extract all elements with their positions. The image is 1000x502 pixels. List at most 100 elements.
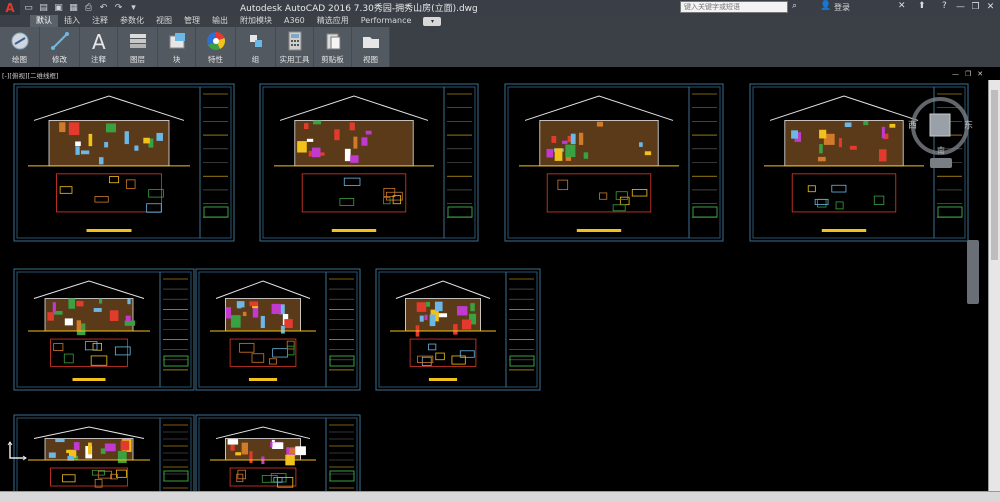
drawing-detail <box>365 130 372 135</box>
drawing-detail <box>817 156 826 162</box>
ribbon-options-icon[interactable]: ▾ <box>423 17 442 26</box>
tab-6[interactable]: 输出 <box>206 15 234 27</box>
drawing-detail <box>353 136 358 149</box>
dropdown-icon[interactable]: ▾ <box>127 1 140 14</box>
viewport-controls-label[interactable]: [-][俯视][二维线框] <box>2 70 59 80</box>
drawing-detail <box>434 301 443 312</box>
viewcube-west-label[interactable]: 西 <box>908 118 917 131</box>
open-icon[interactable]: ▤ <box>37 1 50 14</box>
horizontal-scrollbar[interactable] <box>0 491 1000 502</box>
plan-detail <box>63 353 74 364</box>
drawing-detail <box>68 298 76 309</box>
drawing-detail <box>104 443 116 452</box>
tab-4[interactable]: 视图 <box>150 15 178 27</box>
drawing-detail <box>64 318 73 326</box>
drawing-detail <box>271 303 281 314</box>
tab-3[interactable]: 参数化 <box>114 15 150 27</box>
group-button[interactable]: 组 <box>236 27 276 67</box>
modify-button[interactable]: 修改 <box>40 27 80 67</box>
drawing-detail <box>303 123 309 130</box>
search-input[interactable]: 键入关键字或短语 <box>680 1 788 13</box>
drawing-detail <box>819 129 827 139</box>
viewport-close-icon[interactable]: ✕ <box>977 70 983 78</box>
utilities-button[interactable]: 实用工具 <box>276 27 314 67</box>
title-block-logo <box>163 355 189 367</box>
user-icon[interactable]: 👤 <box>820 1 831 11</box>
drawing-canvas[interactable] <box>0 67 1000 502</box>
plan-detail <box>599 192 608 200</box>
redo-icon[interactable]: ↷ <box>112 1 125 14</box>
tab-1[interactable]: 插入 <box>58 15 86 27</box>
saveas-icon[interactable]: ▦ <box>67 1 80 14</box>
drawing-detail <box>313 120 322 125</box>
help-icon[interactable]: ? <box>942 1 947 11</box>
tab-5[interactable]: 管理 <box>178 15 206 27</box>
search-icon[interactable]: ⌕ <box>792 1 797 11</box>
tab-7[interactable]: 附加模块 <box>234 15 278 27</box>
drawing-detail <box>98 157 104 165</box>
tab-0[interactable]: 默认 <box>30 15 58 27</box>
app-menu-button[interactable]: A <box>0 0 20 15</box>
drawing-detail <box>236 301 245 308</box>
utilities-icon <box>284 30 306 52</box>
tab-9[interactable]: 精选应用 <box>311 15 355 27</box>
tab-2[interactable]: 注释 <box>86 15 114 27</box>
title-block-logo <box>329 470 355 482</box>
roof-outline <box>215 426 311 440</box>
drawing-detail <box>320 152 325 156</box>
tab-10[interactable]: Performance <box>355 15 418 27</box>
undo-icon[interactable]: ↶ <box>97 1 110 14</box>
drawing-detail <box>98 298 103 304</box>
viewcube-south-label[interactable]: 南 <box>937 145 945 156</box>
tab-8[interactable]: A360 <box>278 15 311 27</box>
print-icon[interactable]: ⎙ <box>82 1 95 14</box>
draw-button[interactable]: 绘图 <box>0 27 40 67</box>
roof-outline <box>33 280 145 299</box>
drawing-detail <box>438 313 448 318</box>
navigation-bar[interactable] <box>967 240 979 304</box>
viewport-restore-icon[interactable]: ❐ <box>965 70 971 78</box>
drawing-detail <box>230 315 241 328</box>
new-icon[interactable]: ▭ <box>22 1 35 14</box>
viewcube[interactable]: 西 东 南 <box>908 92 974 172</box>
view-button[interactable]: 视图 <box>352 27 390 67</box>
roof-outline <box>215 280 311 299</box>
plan-detail <box>615 191 628 200</box>
draw-label: 绘图 <box>12 55 27 64</box>
title-block-logo <box>329 355 355 367</box>
vertical-scrollbar[interactable] <box>988 80 1000 491</box>
layers-button[interactable]: 图层 <box>118 27 158 67</box>
a360-icon[interactable]: ⬆ <box>918 1 926 11</box>
drawing-detail <box>639 142 643 147</box>
vertical-scrollbar-thumb[interactable] <box>991 90 998 260</box>
login-button[interactable]: 登录 <box>834 2 850 13</box>
drawing-detail <box>88 133 93 147</box>
minimize-icon[interactable]: — <box>953 0 968 14</box>
plan-detail <box>835 201 844 210</box>
clipboard-button[interactable]: 剪贴板 <box>314 27 352 67</box>
plan-detail <box>269 358 277 365</box>
block-button[interactable]: 块 <box>158 27 196 67</box>
drawing-detail <box>546 148 554 158</box>
close-icon[interactable]: ✕ <box>983 0 998 14</box>
save-icon[interactable]: ▣ <box>52 1 65 14</box>
window-title: Autodesk AutoCAD 2016 7.30秀园-拥秀山房(立面).dw… <box>240 4 478 14</box>
annotation-button[interactable]: A 注释 <box>80 27 118 67</box>
block-icon <box>166 30 188 52</box>
drawing-detail <box>124 320 136 326</box>
drawing-detail <box>844 122 852 128</box>
drawing-detail <box>453 324 458 335</box>
restore-icon[interactable]: ❐ <box>968 0 983 14</box>
plan-detail <box>612 204 626 212</box>
plan-detail <box>428 343 437 351</box>
drawing-detail <box>68 122 80 136</box>
properties-button[interactable]: 特性 <box>196 27 236 67</box>
exchange-icon[interactable]: ✕ <box>898 1 906 11</box>
title-bar: A ▭ ▤ ▣ ▦ ⎙ ↶ ↷ ▾ Autodesk AutoCAD 2016 … <box>0 0 1000 15</box>
elevation-body <box>44 298 134 332</box>
plan-outline <box>50 467 128 487</box>
viewcube-east-label[interactable]: 东 <box>964 118 973 131</box>
viewport-minimize-icon[interactable]: — <box>952 70 959 78</box>
plan-detail <box>287 345 295 356</box>
drawing-detail <box>241 442 249 455</box>
